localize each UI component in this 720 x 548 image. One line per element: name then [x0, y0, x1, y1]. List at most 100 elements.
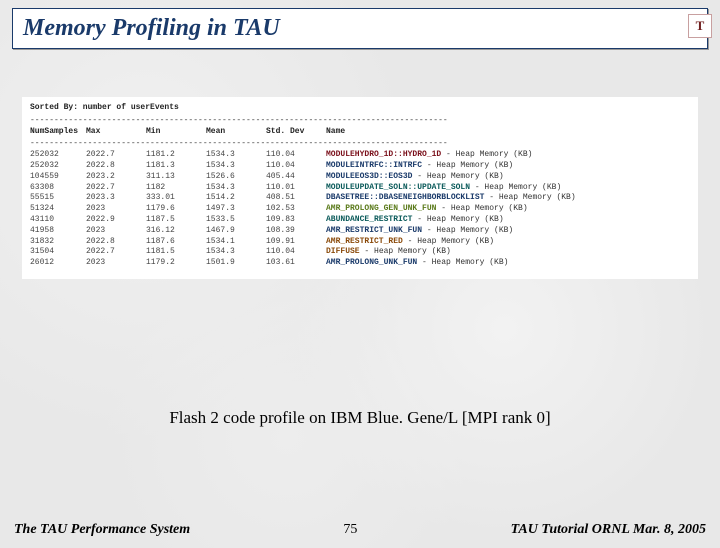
cell-name: AMR_RESTRICT_RED - Heap Memory (KB): [326, 237, 690, 248]
cell: 1187.6: [146, 237, 206, 248]
cell: 31832: [30, 237, 86, 248]
cell: 103.61: [266, 258, 326, 269]
title-bar: Memory Profiling in TAU: [12, 8, 708, 49]
suffix-text: - Heap Memory (KB): [422, 226, 513, 235]
cell: 110.01: [266, 183, 326, 194]
cell: 1534.3: [206, 247, 266, 258]
footer: The TAU Performance System 75 TAU Tutori…: [14, 522, 706, 538]
cell: 2023: [86, 226, 146, 237]
cell: 2022.8: [86, 237, 146, 248]
col-mean: Mean: [206, 127, 266, 140]
cell-name: MODULEUPDATE_SOLN::UPDATE_SOLN - Heap Me…: [326, 183, 690, 194]
module-name: MODULEINTRFC::INTRFC: [326, 161, 422, 170]
cell: 1497.3: [206, 204, 266, 215]
cell: 333.01: [146, 193, 206, 204]
cell: 1179.2: [146, 258, 206, 269]
suffix-text: - Heap Memory (KB): [412, 172, 503, 181]
cell: 1181.3: [146, 161, 206, 172]
table-row: 2520322022.81181.31534.3110.04MODULEINTR…: [30, 161, 690, 172]
footer-right: TAU Tutorial ORNL Mar. 8, 2005: [511, 522, 706, 538]
cell: 1179.6: [146, 204, 206, 215]
cell: 1501.9: [206, 258, 266, 269]
cell: 311.13: [146, 172, 206, 183]
profile-table: NumSamples Max Min Mean Std. Dev Name: [30, 127, 690, 140]
col-max: Max: [86, 127, 146, 140]
cell: 2022.7: [86, 150, 146, 161]
cell: 110.04: [266, 247, 326, 258]
caption: Flash 2 code profile on IBM Blue. Gene/L…: [0, 408, 720, 428]
divider-mid: ----------------------------------------…: [30, 139, 690, 150]
table-row: 633082022.711821534.3110.01MODULEUPDATE_…: [30, 183, 690, 194]
table-row: 1045592023.2311.131526.6405.44MODULEEOS3…: [30, 172, 690, 183]
suffix-text: - Heap Memory (KB): [417, 258, 508, 267]
suffix-text: - Heap Memory (KB): [441, 150, 532, 159]
module-name: AMR_PROLONG_GEN_UNK_FUN: [326, 204, 436, 213]
cell-name: ABUNDANCE_RESTRICT - Heap Memory (KB): [326, 215, 690, 226]
cell: 1181.5: [146, 247, 206, 258]
col-name: Name: [326, 127, 690, 140]
divider-top: ----------------------------------------…: [30, 116, 690, 127]
table-row: 318322022.81187.61534.1109.91AMR_RESTRIC…: [30, 237, 690, 248]
sorted-by-line: Sorted By: number of userEvents: [30, 103, 690, 114]
suffix-text: - Heap Memory (KB): [412, 215, 503, 224]
cell: 2022.9: [86, 215, 146, 226]
module-name: AMR_PROLONG_UNK_FUN: [326, 258, 417, 267]
suffix-text: - Heap Memory (KB): [436, 204, 527, 213]
cell: 41958: [30, 226, 86, 237]
slide-title: Memory Profiling in TAU: [23, 15, 697, 42]
cell: 104559: [30, 172, 86, 183]
cell: 63308: [30, 183, 86, 194]
cell: 2023: [86, 258, 146, 269]
table-row: 2601220231179.21501.9103.61AMR_PROLONG_U…: [30, 258, 690, 269]
cell: 1182: [146, 183, 206, 194]
cell: 2023.3: [86, 193, 146, 204]
suffix-text: - Heap Memory (KB): [360, 247, 451, 256]
cell: 110.04: [266, 150, 326, 161]
table-row: 315042022.71181.51534.3110.04DIFFUSE - H…: [30, 247, 690, 258]
cell: 408.51: [266, 193, 326, 204]
profile-data-rows: 2520322022.71181.21534.3110.04MODULEHYDR…: [30, 150, 690, 269]
cell-name: AMR_RESTRICT_UNK_FUN - Heap Memory (KB): [326, 226, 690, 237]
suffix-text: - Heap Memory (KB): [422, 161, 513, 170]
cell: 1181.2: [146, 150, 206, 161]
table-row: 555152023.3333.011514.2408.51DBASETREE::…: [30, 193, 690, 204]
cell: 2023.2: [86, 172, 146, 183]
cell: 2022.7: [86, 183, 146, 194]
cell: 2023: [86, 204, 146, 215]
cell-name: DBASETREE::DBASENEIGHBORBLOCKLIST - Heap…: [326, 193, 690, 204]
logo-badge: T: [688, 14, 712, 38]
cell-name: MODULEINTRFC::INTRFC - Heap Memory (KB): [326, 161, 690, 172]
cell: 26012: [30, 258, 86, 269]
module-name: DBASETREE::DBASENEIGHBORBLOCKLIST: [326, 193, 484, 202]
cell: 51324: [30, 204, 86, 215]
table-row: 431102022.91187.51533.5109.83ABUNDANCE_R…: [30, 215, 690, 226]
col-min: Min: [146, 127, 206, 140]
table-row: 5132420231179.61497.3102.53AMR_PROLONG_G…: [30, 204, 690, 215]
cell: 2022.7: [86, 247, 146, 258]
cell: 1534.1: [206, 237, 266, 248]
cell: 2022.8: [86, 161, 146, 172]
cell: 55515: [30, 193, 86, 204]
cell: 109.83: [266, 215, 326, 226]
module-name: MODULEHYDRO_1D::HYDRO_1D: [326, 150, 441, 159]
cell: 1467.9: [206, 226, 266, 237]
table-row: 419582023316.121467.9108.39AMR_RESTRICT_…: [30, 226, 690, 237]
cell: 1533.5: [206, 215, 266, 226]
cell: 316.12: [146, 226, 206, 237]
cell-name: AMR_PROLONG_UNK_FUN - Heap Memory (KB): [326, 258, 690, 269]
cell: 1187.5: [146, 215, 206, 226]
cell: 252032: [30, 161, 86, 172]
module-name: MODULEUPDATE_SOLN::UPDATE_SOLN: [326, 183, 470, 192]
cell-name: MODULEHYDRO_1D::HYDRO_1D - Heap Memory (…: [326, 150, 690, 161]
cell: 1514.2: [206, 193, 266, 204]
footer-page: 75: [343, 522, 357, 538]
suffix-text: - Heap Memory (KB): [484, 193, 575, 202]
cell: 405.44: [266, 172, 326, 183]
table-row: 2520322022.71181.21534.3110.04MODULEHYDR…: [30, 150, 690, 161]
module-name: DIFFUSE: [326, 247, 360, 256]
cell: 110.04: [266, 161, 326, 172]
cell-name: AMR_PROLONG_GEN_UNK_FUN - Heap Memory (K…: [326, 204, 690, 215]
cell: 31504: [30, 247, 86, 258]
cell: 1526.6: [206, 172, 266, 183]
cell: 109.91: [266, 237, 326, 248]
